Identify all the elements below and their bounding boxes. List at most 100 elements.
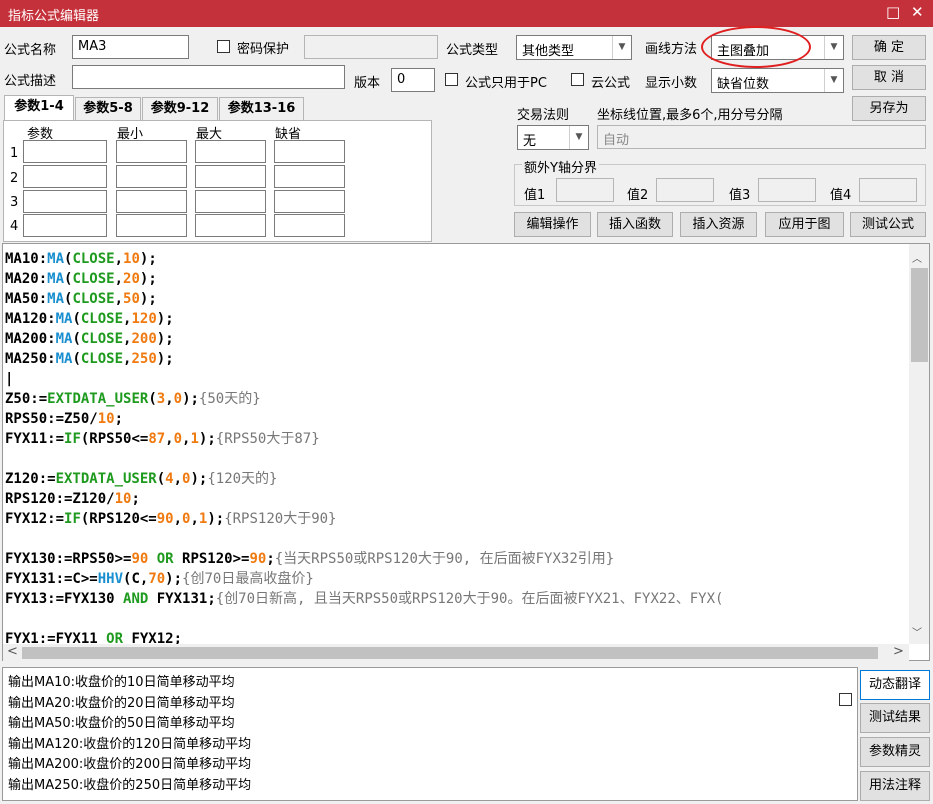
param-min-input[interactable]	[116, 165, 187, 188]
trade-rule-select[interactable]: 无 ▼	[517, 125, 589, 150]
code-line[interactable]: FYX12:=IF(RPS120<=90,0,1);{RPS120大于90}	[5, 509, 723, 529]
code-line[interactable]: RPS120:=Z120/10;	[5, 489, 723, 509]
vertical-scrollbar[interactable]: ︿ ﹀	[909, 244, 929, 644]
code-line[interactable]: MA20:MA(CLOSE,20);	[5, 269, 723, 289]
insert-resource-button[interactable]: 插入资源	[680, 212, 757, 237]
scroll-left-icon[interactable]: <	[7, 644, 18, 659]
trade-rule-value: 无	[523, 134, 537, 149]
dynamic-translate-button[interactable]: 动态翻译	[860, 670, 930, 700]
code-token: ,	[165, 391, 174, 407]
param-row-index: 4	[10, 219, 19, 234]
code-line[interactable]: Z50:=EXTDATA_USER(3,0);{50天的}	[5, 389, 723, 409]
horizontal-scrollbar[interactable]: < >	[3, 644, 909, 661]
code-editor[interactable]: MA10:MA(CLOSE,10); MA20:MA(CLOSE,20); MA50…	[2, 243, 930, 661]
code-token: {50天的}	[198, 391, 261, 407]
value2-input[interactable]	[656, 178, 714, 202]
code-line[interactable]: FYX130:=RPS50>=90 OR RPS120>=90;{当天RPS50…	[5, 549, 723, 569]
value3-input[interactable]	[758, 178, 816, 202]
code-token: 90	[249, 551, 267, 567]
param-default-input[interactable]	[274, 165, 345, 188]
param-max-input[interactable]	[195, 190, 266, 213]
output-checkbox[interactable]	[839, 693, 852, 706]
code-token: 4	[165, 471, 174, 487]
scroll-up-icon[interactable]: ︿	[912, 250, 922, 265]
code-line[interactable]: MA50:MA(CLOSE,50);	[5, 289, 723, 309]
param-default-input[interactable]	[274, 190, 345, 213]
apply-to-chart-button[interactable]: 应用于图	[765, 212, 844, 237]
ok-button[interactable]: 确 定	[852, 35, 926, 60]
test-result-button[interactable]: 测试结果	[860, 703, 930, 733]
maximize-icon[interactable]: □	[886, 3, 900, 21]
tab-params-9-12[interactable]: 参数9-12	[142, 97, 218, 121]
scrollbar-thumb[interactable]	[911, 268, 928, 362]
code-line[interactable]	[5, 529, 723, 549]
chevron-down-icon[interactable]: ▼	[569, 126, 588, 149]
code-token: 20	[123, 271, 140, 287]
param-max-input[interactable]	[195, 165, 266, 188]
axis-position-input[interactable]: 自动	[597, 125, 926, 149]
cloud-checkbox[interactable]	[571, 73, 584, 86]
code-token: ;	[266, 551, 275, 567]
param-default-input[interactable]	[274, 140, 345, 163]
code-line[interactable]	[5, 449, 723, 469]
param-max-input[interactable]	[195, 214, 266, 237]
scroll-down-icon[interactable]: ﹀	[912, 624, 922, 639]
param-max-input[interactable]	[195, 140, 266, 163]
code-token: |	[5, 371, 14, 387]
chevron-down-icon[interactable]: ▼	[824, 36, 843, 59]
param-min-input[interactable]	[116, 214, 187, 237]
code-token: (	[156, 471, 166, 487]
code-line[interactable]: MA250:MA(CLOSE,250);	[5, 349, 723, 369]
tab-params-5-8[interactable]: 参数5-8	[75, 97, 141, 121]
save-as-button[interactable]: 另存为	[852, 96, 926, 121]
param-name-input[interactable]	[23, 140, 107, 163]
close-icon[interactable]: ✕	[911, 3, 924, 21]
pc-only-checkbox[interactable]	[445, 73, 458, 86]
code-content[interactable]: MA10:MA(CLOSE,10); MA20:MA(CLOSE,20); MA50…	[5, 249, 723, 649]
param-name-input[interactable]	[23, 165, 107, 188]
chevron-down-icon[interactable]: ▼	[824, 69, 843, 92]
code-line[interactable]: Z120:=EXTDATA_USER(4,0);{120天的}	[5, 469, 723, 489]
code-line[interactable]: FYX13:=FYX130 AND FYX131;{创70日新高, 且当天RPS…	[5, 589, 723, 609]
usage-notes-button[interactable]: 用法注释	[860, 771, 930, 801]
value1-label: 值1	[524, 188, 546, 203]
code-line[interactable]: MA120:MA(CLOSE,120);	[5, 309, 723, 329]
formula-name-label: 公式名称	[4, 43, 57, 58]
formula-type-select[interactable]: 其他类型 ▼	[516, 35, 632, 60]
value4-input[interactable]	[859, 178, 917, 202]
param-name-input[interactable]	[23, 190, 107, 213]
code-token: CLOSE	[72, 271, 115, 287]
chevron-down-icon[interactable]: ▼	[612, 36, 631, 59]
value3-label: 值3	[729, 188, 751, 203]
password-input[interactable]	[304, 35, 438, 59]
code-line[interactable]: FYX131:=C>=HHV(C,70);{创70日最高收盘价}	[5, 569, 723, 589]
code-line[interactable]: MA200:MA(CLOSE,200);	[5, 329, 723, 349]
decimals-select[interactable]: 缺省位数 ▼	[711, 68, 844, 93]
param-min-input[interactable]	[116, 190, 187, 213]
hscrollbar-thumb[interactable]	[22, 647, 878, 659]
code-token: MA50:	[5, 291, 48, 307]
insert-function-button[interactable]: 插入函数	[597, 212, 673, 237]
tab-params-13-16[interactable]: 参数13-16	[219, 97, 304, 121]
value1-input[interactable]	[556, 178, 614, 202]
code-line[interactable]: MA10:MA(CLOSE,10);	[5, 249, 723, 269]
formula-desc-input[interactable]	[72, 65, 345, 89]
param-default-input[interactable]	[274, 214, 345, 237]
test-formula-button[interactable]: 测试公式	[850, 212, 926, 237]
code-line[interactable]	[5, 609, 723, 629]
formula-name-input[interactable]: MA3	[72, 35, 189, 59]
code-line[interactable]: RPS50:=Z50/10;	[5, 409, 723, 429]
value4-label: 值4	[830, 188, 852, 203]
code-token: ,	[114, 291, 124, 307]
tab-params-1-4[interactable]: 参数1-4	[4, 95, 74, 121]
param-min-input[interactable]	[116, 140, 187, 163]
param-name-input[interactable]	[23, 214, 107, 237]
password-checkbox[interactable]	[217, 40, 230, 53]
code-line[interactable]: |	[5, 369, 723, 389]
edit-ops-button[interactable]: 编辑操作	[514, 212, 591, 237]
cancel-button[interactable]: 取 消	[852, 65, 926, 90]
param-wizard-button[interactable]: 参数精灵	[860, 737, 930, 767]
version-input[interactable]: 0	[391, 68, 435, 92]
scroll-right-icon[interactable]: >	[893, 644, 904, 659]
code-line[interactable]: FYX11:=IF(RPS50<=87,0,1);{RPS50大于87}	[5, 429, 723, 449]
